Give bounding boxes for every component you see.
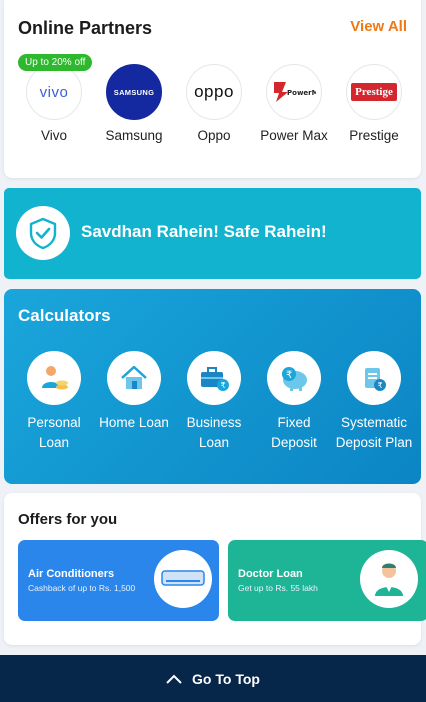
partner-name: Power Max [260, 128, 328, 143]
partner-power-max[interactable]: PowerMax Power Max [254, 64, 334, 143]
safety-banner-text: Savdhan Rahein! Safe Rahein! [81, 222, 327, 241]
online-partners-title: Online Partners [18, 18, 153, 38]
svg-text:₹: ₹ [221, 381, 226, 390]
partner-prestige[interactable]: Prestige Prestige [334, 64, 414, 143]
calculator-personal-loan[interactable]: Personal Loan [14, 351, 94, 453]
offer-title: Air Conditioners [28, 568, 115, 580]
partner-name: Samsung [105, 128, 163, 143]
view-all-link[interactable]: View All [350, 18, 407, 35]
shield-check-icon [16, 206, 70, 260]
online-partners-card: Online Partners View All Up to 20% off v… [4, 0, 421, 178]
partner-vivo[interactable]: vivo Vivo [14, 64, 94, 143]
offer-subtitle: Get up to Rs. 55 lakh [238, 583, 318, 593]
calculator-systematic-deposit-plan[interactable]: ₹ Systematic Deposit Plan [334, 351, 414, 453]
oppo-logo-icon: oppo [186, 64, 242, 120]
calculator-label: Personal Loan [27, 415, 81, 450]
partner-name: Prestige [349, 128, 399, 143]
offer-subtitle: Cashback of up to Rs. 1,500 [28, 583, 136, 593]
air-conditioner-icon [154, 550, 212, 608]
calculator-home-loan[interactable]: Home Loan [94, 351, 174, 433]
svg-text:PowerMax: PowerMax [287, 89, 316, 97]
samsung-logo-icon: SAMSUNG [106, 64, 162, 120]
chevron-up-icon [166, 674, 182, 684]
discount-badge: Up to 20% off [18, 54, 93, 71]
offer-title: Doctor Loan [238, 568, 303, 580]
calculator-fixed-deposit[interactable]: ₹ Fixed Deposit [254, 351, 334, 453]
calculator-label: Systematic Deposit Plan [335, 415, 413, 450]
calculator-business-loan[interactable]: ₹ Business Loan [174, 351, 254, 453]
svg-text:₹: ₹ [378, 381, 383, 390]
partner-oppo[interactable]: oppo Oppo [174, 64, 254, 143]
calculators-title: Calculators [18, 306, 111, 325]
partner-name: Vivo [40, 128, 68, 143]
offer-doctor-loan[interactable]: Doctor Loan Get up to Rs. 55 lakh [228, 540, 426, 621]
doctor-icon [360, 550, 418, 608]
home-loan-icon [107, 351, 161, 405]
offer-air-conditioners[interactable]: Air Conditioners Cashback of up to Rs. 1… [18, 540, 219, 621]
partner-name: Oppo [197, 128, 231, 143]
offers-title: Offers for you [18, 511, 118, 528]
powermax-logo-icon: PowerMax [266, 64, 322, 120]
prestige-logo-icon: Prestige [346, 64, 402, 120]
calculators-card: Calculators Personal Loan Home Loan ₹ Bu… [4, 289, 421, 484]
systematic-deposit-icon: ₹ [347, 351, 401, 405]
offers-card: Offers for you Air Conditioners Cashback… [4, 493, 426, 645]
calculator-label: Business Loan [186, 415, 242, 450]
safety-banner[interactable]: Savdhan Rahein! Safe Rahein! [4, 188, 421, 279]
personal-loan-icon [27, 351, 81, 405]
partner-samsung[interactable]: SAMSUNG Samsung [94, 64, 174, 143]
go-to-top-button[interactable]: Go To Top [0, 655, 426, 702]
go-to-top-label: Go To Top [192, 670, 260, 687]
svg-text:₹: ₹ [286, 370, 292, 381]
fixed-deposit-icon: ₹ [267, 351, 321, 405]
vivo-logo-icon: vivo [26, 64, 82, 120]
calculator-label: Fixed Deposit [271, 415, 317, 450]
calculator-label: Home Loan [99, 415, 169, 430]
business-loan-icon: ₹ [187, 351, 241, 405]
